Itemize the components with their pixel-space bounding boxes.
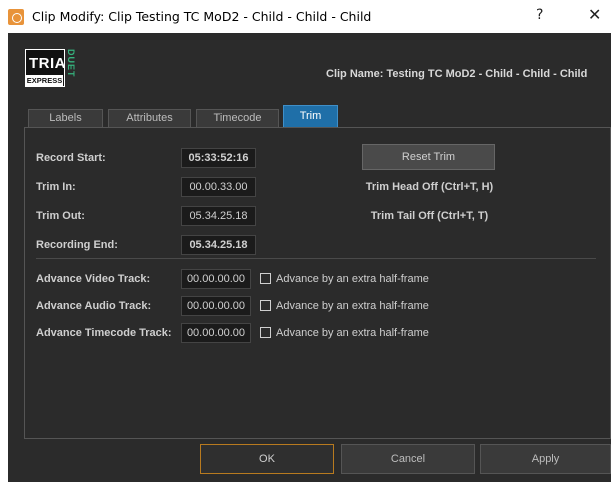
advance-audio-checkbox[interactable] [260,300,271,311]
advance-video-field[interactable]: 00.00.00.00 [181,269,251,289]
cancel-button[interactable]: Cancel [341,444,475,474]
record-start-label: Record Start: [36,152,106,164]
advance-video-checkbox[interactable] [260,273,271,284]
clip-name: Clip Name: Testing TC MoD2 - Child - Chi… [326,68,588,80]
advance-timecode-label: Advance Timecode Track: [36,327,172,339]
trim-head-off-action[interactable]: Trim Head Off (Ctrl+T, H) [347,181,512,193]
advance-audio-checkbox-label: Advance by an extra half-frame [276,300,429,312]
logo-frame: TRIA EXPRESS [25,49,66,87]
tab-trim[interactable]: Trim [283,105,338,127]
trim-tail-off-action[interactable]: Trim Tail Off (Ctrl+T, T) [347,210,512,222]
trim-in-field[interactable]: 00.00.33.00 [181,177,256,197]
advance-audio-field[interactable]: 00.00.00.00 [181,296,251,316]
trim-out-label: Trim Out: [36,210,85,222]
advance-audio-label: Advance Audio Track: [36,300,152,312]
logo-tria-text: TRIA [29,55,66,72]
dialog-body: TRIA EXPRESS DUET Clip Name: Testing TC … [8,33,611,482]
app-icon [8,8,24,25]
recording-end-label: Recording End: [36,239,118,251]
recording-end-field: 05.34.25.18 [181,235,256,255]
tria-logo: TRIA EXPRESS DUET [25,49,76,89]
help-button[interactable]: ? [536,7,543,23]
advance-video-checkbox-label: Advance by an extra half-frame [276,273,429,285]
record-start-field: 05:33:52:16 [181,148,256,168]
tab-labels[interactable]: Labels [28,109,103,127]
title-bar: Clip Modify: Clip Testing TC MoD2 - Chil… [0,0,611,33]
tab-attributes[interactable]: Attributes [108,109,191,127]
tab-timecode[interactable]: Timecode [196,109,279,127]
trim-in-label: Trim In: [36,181,76,193]
reset-trim-button[interactable]: Reset Trim [362,144,495,170]
advance-timecode-checkbox[interactable] [260,327,271,338]
advance-timecode-checkbox-label: Advance by an extra half-frame [276,327,429,339]
logo-duet-text: DUET [66,49,76,78]
window-title: Clip Modify: Clip Testing TC MoD2 - Chil… [32,9,372,24]
section-divider [36,258,596,259]
trim-out-field[interactable]: 05.34.25.18 [181,206,256,226]
ok-button[interactable]: OK [200,444,334,474]
advance-timecode-field[interactable]: 00.00.00.00 [181,323,251,343]
close-button[interactable]: ✕ [588,5,601,24]
advance-video-label: Advance Video Track: [36,273,151,285]
logo-express-text: EXPRESS [26,75,63,86]
apply-button[interactable]: Apply [480,444,611,474]
